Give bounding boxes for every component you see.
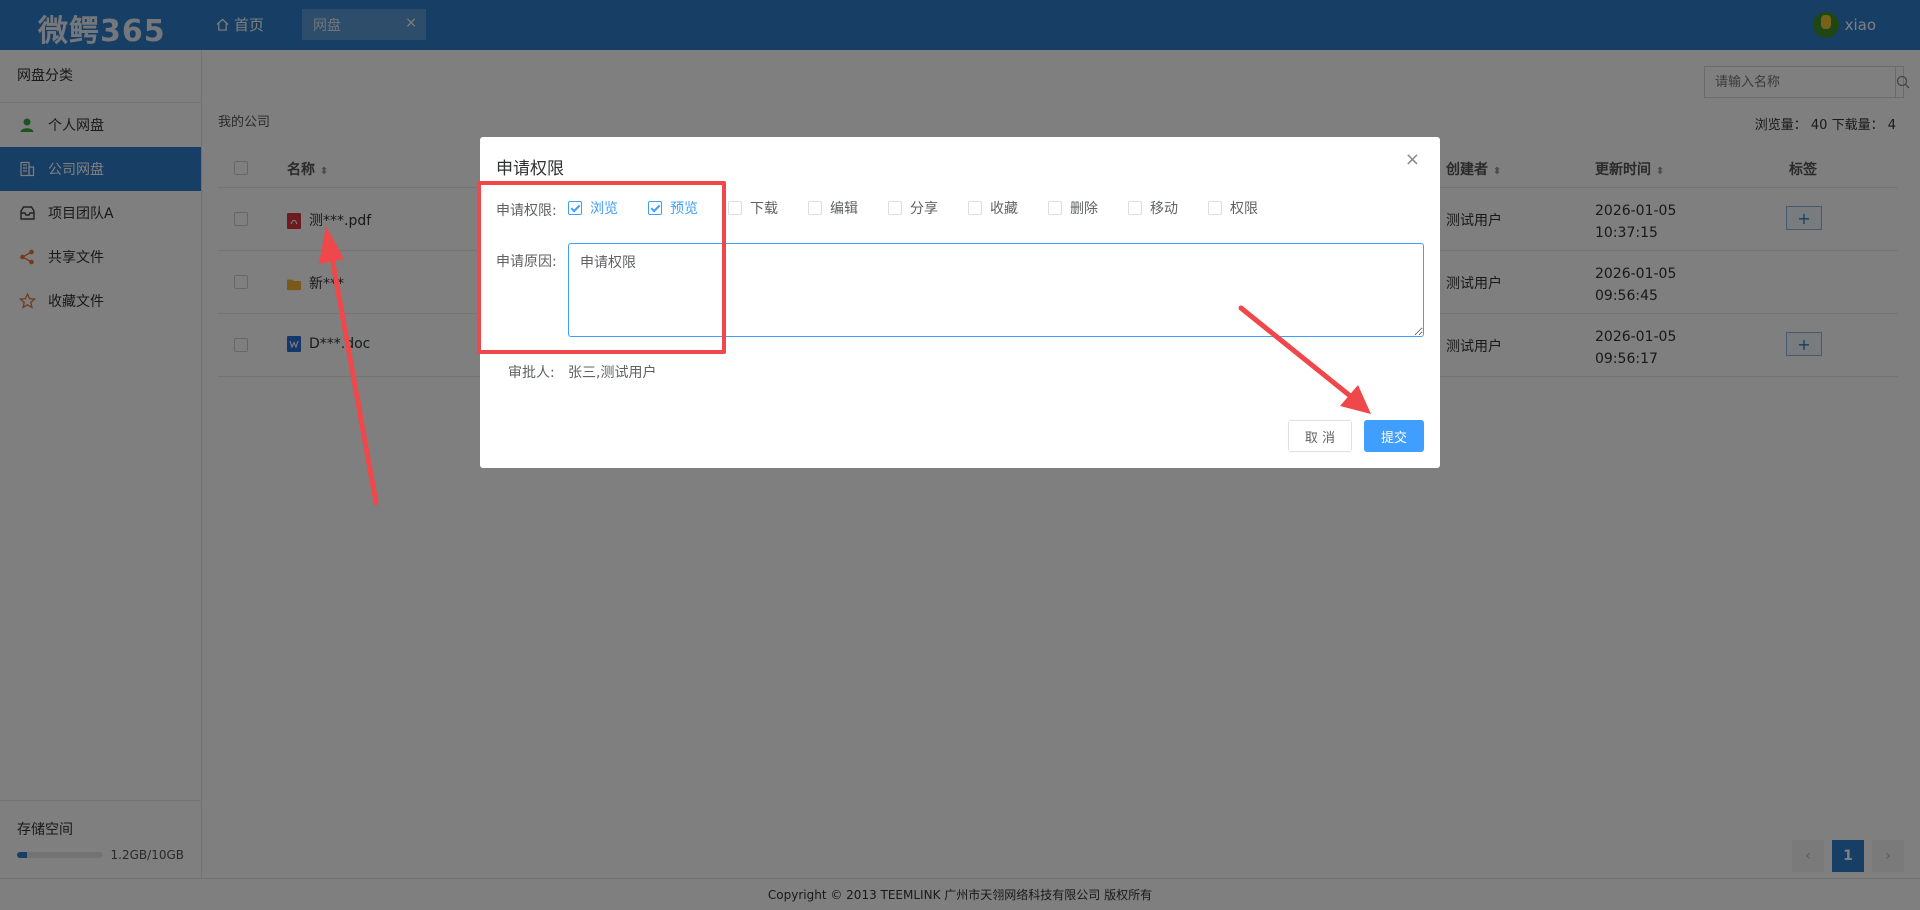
permission-download-checkbox[interactable]: 下载 [728, 198, 808, 218]
cancel-button[interactable]: 取 消 [1288, 420, 1352, 452]
checkbox-icon [1208, 201, 1222, 215]
permission-option-label: 权限 [1230, 201, 1258, 217]
permission-permission-checkbox[interactable]: 权限 [1208, 198, 1288, 218]
dialog-title: 申请权限 [496, 159, 564, 179]
permission-option-label: 收藏 [990, 201, 1018, 217]
permission-edit-checkbox[interactable]: 编辑 [808, 198, 888, 218]
approver-label: 审批人: [508, 365, 555, 381]
permission-delete-checkbox[interactable]: 删除 [1048, 198, 1128, 218]
permission-option-label: 移动 [1150, 201, 1178, 217]
permission-option-label: 删除 [1070, 201, 1098, 217]
checkbox-icon [808, 201, 822, 215]
submit-button[interactable]: 提交 [1364, 420, 1424, 452]
close-icon[interactable]: × [1405, 149, 1420, 170]
checkbox-icon [968, 201, 982, 215]
approver-value: 张三,测试用户 [568, 365, 657, 381]
permission-move-checkbox[interactable]: 移动 [1128, 198, 1208, 218]
permission-option-label: 下载 [750, 201, 778, 217]
checkbox-icon [888, 201, 902, 215]
checkbox-icon [1048, 201, 1062, 215]
permission-option-label: 分享 [910, 201, 938, 217]
permission-option-label: 编辑 [830, 201, 858, 217]
permission-favorite-checkbox[interactable]: 收藏 [968, 198, 1048, 218]
permission-share-checkbox[interactable]: 分享 [888, 198, 968, 218]
checkbox-icon [1128, 201, 1142, 215]
annotation-highlight-box [477, 181, 726, 354]
checkbox-icon [728, 201, 742, 215]
